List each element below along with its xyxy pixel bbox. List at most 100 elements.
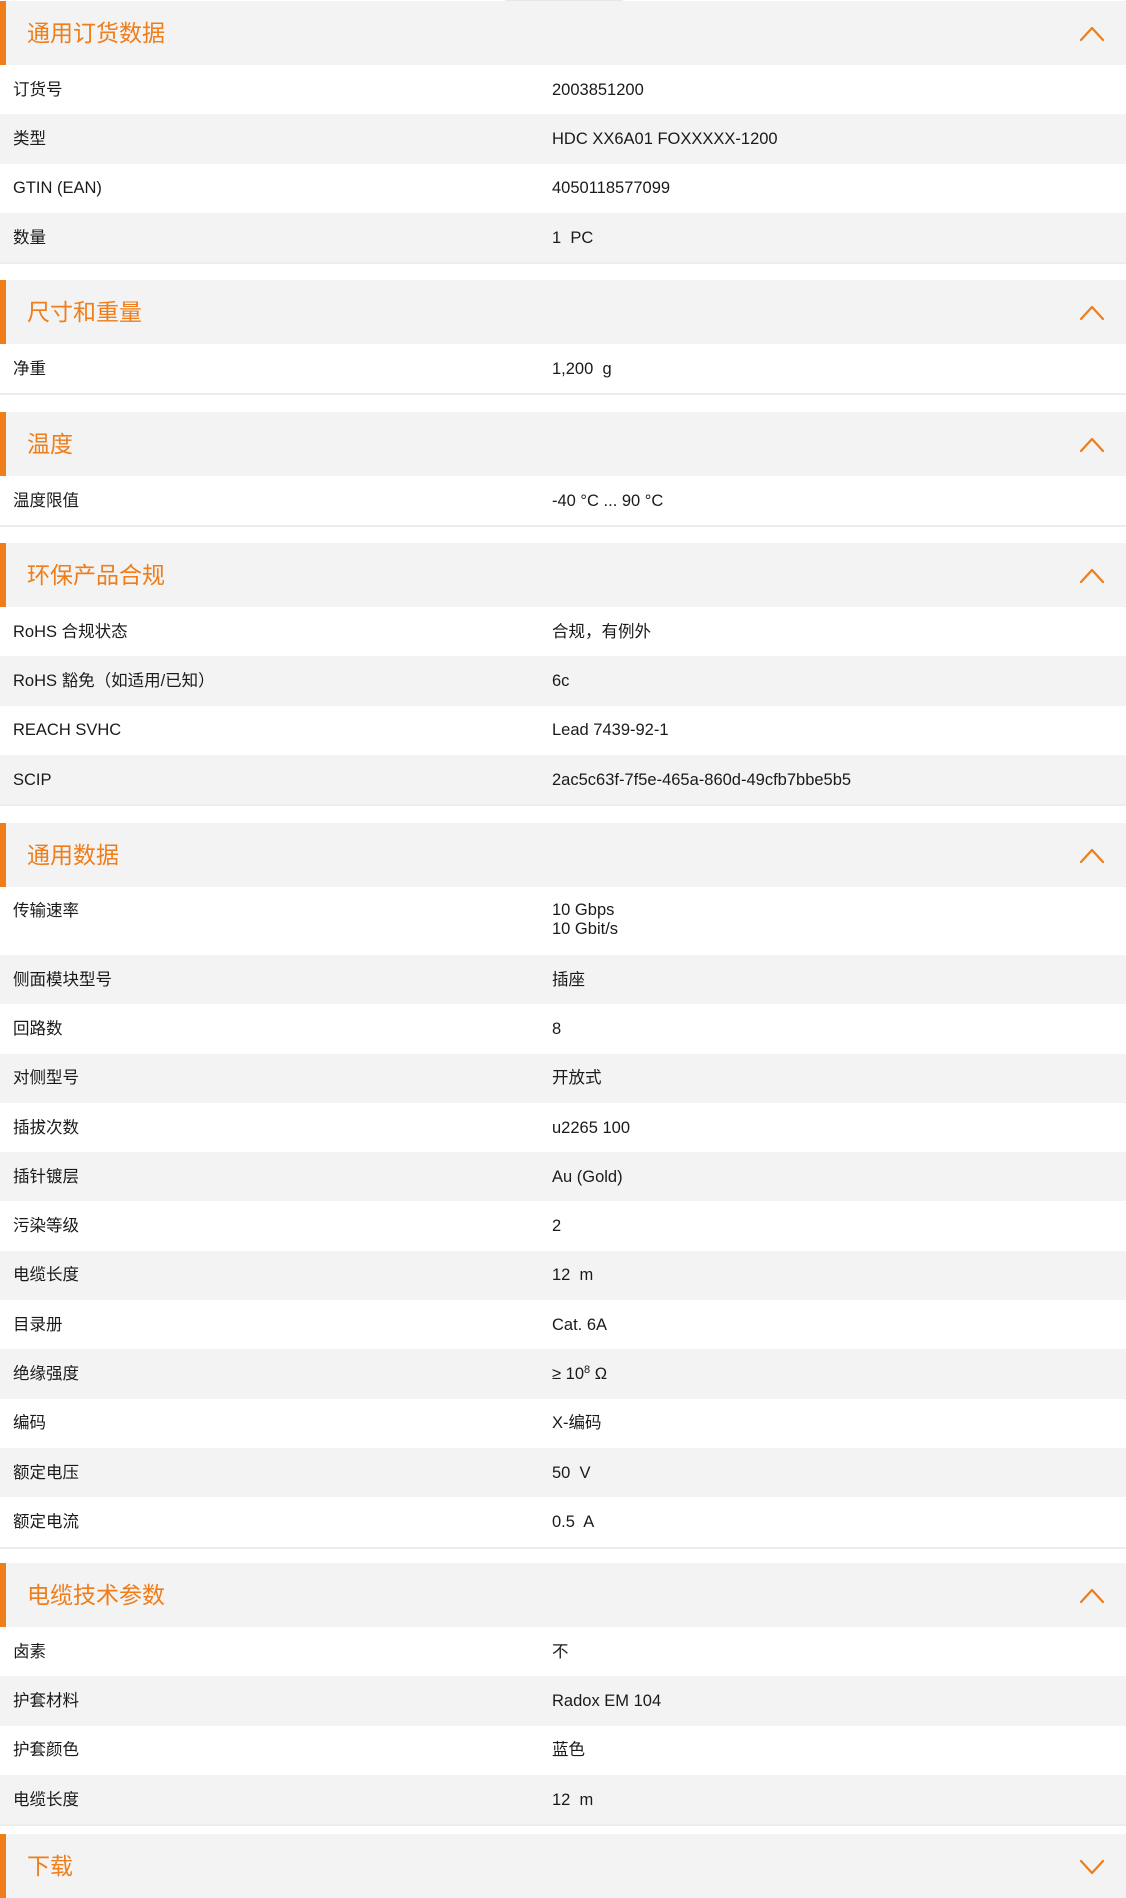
row-value: 插座 (552, 970, 585, 990)
table-row: RoHS 豁免（如适用/已知） 6c (0, 656, 1126, 706)
row-value-text: Lead 7439-92-1 (552, 721, 669, 740)
row-value: 蓝色 (552, 1740, 585, 1760)
section-6: 下载 (0, 1834, 1126, 1898)
section-0: 通用订货数据 订货号 2003851200 类型 HDC XX6A01 FOXXXXX-… (0, 1, 1126, 265)
row-label: 传输速率 (13, 902, 79, 920)
chevron-up-icon[interactable] (1078, 434, 1106, 454)
row-value-text: HDC XX6A01 FOXXXXX-1200 (552, 129, 778, 148)
row-value: 开放式 (552, 1068, 602, 1088)
row-label: RoHS 豁免（如适用/已知） (13, 671, 215, 690)
section-4: 通用数据传输速率 10 Gbps 10 Gbit/s 侧面模块型号 插座 回路数 8 对侧型号… (0, 823, 1126, 1549)
table-row: 传输速率 10 Gbps 10 Gbit/s (0, 887, 1126, 955)
table-row: 额定电流 0.5 A (0, 1497, 1126, 1547)
row-label: 目录册 (13, 1315, 63, 1334)
table-row: 插拔次数 u2265 100 (0, 1102, 1126, 1153)
table-row: 对侧型号 开放式 (0, 1053, 1126, 1103)
row-value-text: 0.5 A (552, 1512, 595, 1531)
section-5: 电缆技术参数卤素 不护套材料 Radox EM 104 护套颜色 蓝色电缆长度 12 m (0, 1563, 1126, 1827)
row-value: 12 m (552, 1790, 593, 1810)
table-row: 电缆长度 12 m (0, 1774, 1126, 1825)
section-header[interactable]: 尺寸和重量 (0, 280, 1126, 344)
section-header[interactable]: 温度 (0, 412, 1126, 476)
row-value-text: 2 (552, 1217, 562, 1236)
row-value-text: Au (Gold) (552, 1167, 623, 1186)
row-value-line: 10 Gbit/s (552, 920, 619, 938)
chevron-up-icon[interactable] (1078, 565, 1106, 585)
row-label: RoHS 合规状态 (13, 622, 128, 641)
row-value-text: 6c (552, 671, 570, 690)
row-value: 1,200 g (552, 359, 612, 379)
row-value: 1 PC (552, 228, 593, 248)
table-row: 额定电压 50 V (0, 1447, 1126, 1498)
row-value: 2003851200 (552, 80, 644, 100)
row-label: 插拔次数 (13, 1118, 79, 1137)
section-header[interactable]: 通用订货数据 (0, 1, 1126, 65)
row-value: 12 m (552, 1265, 593, 1285)
row-label: 类型 (13, 129, 46, 148)
row-value-text: Radox EM 104 (552, 1691, 662, 1710)
row-value: 2 (552, 1216, 561, 1236)
table-row: GTIN (EAN) 4050118577099 (0, 163, 1126, 213)
row-label: 插针镀层 (13, 1167, 79, 1186)
row-label: 电缆长度 (13, 1790, 79, 1809)
section-1: 尺寸和重量净重 1,200 g (0, 280, 1126, 396)
table-row: 绝缘强度 ≥ 108 Ω (0, 1349, 1126, 1399)
chevron-up-icon[interactable] (1078, 845, 1106, 865)
row-label: 护套颜色 (13, 1741, 79, 1760)
row-value-text: 2ac5c63f-7f5e-465a-860d-49cfb7bbe5b5 (552, 770, 852, 789)
row-value-text: Cat. 6A (552, 1315, 608, 1334)
row-value-unit: Ω (590, 1365, 608, 1384)
row-value-line: 10 Gbps (552, 901, 615, 919)
section-3: 环保产品合规 RoHS 合规状态 合规，有例外 RoHS 豁免（如适用/已知） 6c RE… (0, 543, 1126, 807)
row-value: HDC XX6A01 FOXXXXX-1200 (552, 129, 778, 149)
section-title: 电缆技术参数 (27, 1582, 165, 1608)
table-row: 护套材料 Radox EM 104 (0, 1676, 1126, 1726)
row-value: 8 (552, 1019, 561, 1039)
row-value-text: ≥ 10 (552, 1365, 584, 1384)
row-label: REACH SVHC (13, 721, 122, 740)
row-label: 数量 (13, 228, 46, 247)
table-row: 侧面模块型号 插座 (0, 955, 1126, 1005)
section-title: 尺寸和重量 (27, 299, 142, 325)
row-value: 0.5 A (552, 1512, 594, 1532)
table-row: RoHS 合规状态 合规，有例外 (0, 607, 1126, 657)
section-header[interactable]: 通用数据 (0, 823, 1126, 887)
section-title: 温度 (27, 431, 73, 457)
table-row: 回路数 8 (0, 1004, 1126, 1054)
row-label: 编码 (13, 1414, 46, 1433)
row-label: GTIN (EAN) (13, 179, 102, 198)
row-value: 2ac5c63f-7f5e-465a-860d-49cfb7bbe5b5 (552, 770, 851, 790)
section-header[interactable]: 环保产品合规 (0, 543, 1126, 607)
section-title: 通用订货数据 (27, 20, 165, 46)
row-value: 不 (552, 1642, 569, 1662)
section-header[interactable]: 电缆技术参数 (0, 1563, 1126, 1627)
row-label: SCIP (13, 770, 52, 789)
row-label: 额定电压 (13, 1463, 79, 1482)
section-header[interactable]: 下载 (0, 1834, 1126, 1898)
chevron-down-icon[interactable] (1078, 1856, 1106, 1876)
section-title: 环保产品合规 (27, 562, 165, 588)
chevron-up-icon[interactable] (1078, 302, 1106, 322)
row-value: Radox EM 104 (552, 1691, 661, 1711)
table-row: SCIP 2ac5c63f-7f5e-465a-860d-49cfb7bbe5b5 (0, 754, 1126, 805)
chevron-up-icon[interactable] (1078, 23, 1106, 43)
row-value-text: -40 °C ... 90 °C (552, 491, 664, 510)
row-value-text: u2265 100 (552, 1118, 630, 1137)
table-row: 卤素 不 (0, 1627, 1126, 1677)
table-row: REACH SVHC Lead 7439-92-1 (0, 705, 1126, 755)
row-value-text: X-编码 (552, 1414, 602, 1433)
section-title: 下载 (27, 1853, 73, 1879)
row-value-text: 12 m (552, 1266, 594, 1285)
row-value: -40 °C ... 90 °C (552, 491, 663, 511)
row-label: 绝缘强度 (13, 1365, 79, 1384)
table-row: 编码 X-编码 (0, 1398, 1126, 1448)
row-value-text: 12 m (552, 1790, 594, 1809)
row-label: 净重 (13, 359, 46, 378)
row-value-text: 1,200 g (552, 359, 612, 378)
chevron-up-icon[interactable] (1078, 1585, 1106, 1605)
row-value-text: 不 (552, 1642, 569, 1661)
row-value: ≥ 108 Ω (552, 1364, 607, 1384)
row-value-text: 8 (552, 1019, 562, 1038)
row-value: 4050118577099 (552, 178, 670, 198)
row-value-text: 合规，有例外 (552, 622, 651, 641)
